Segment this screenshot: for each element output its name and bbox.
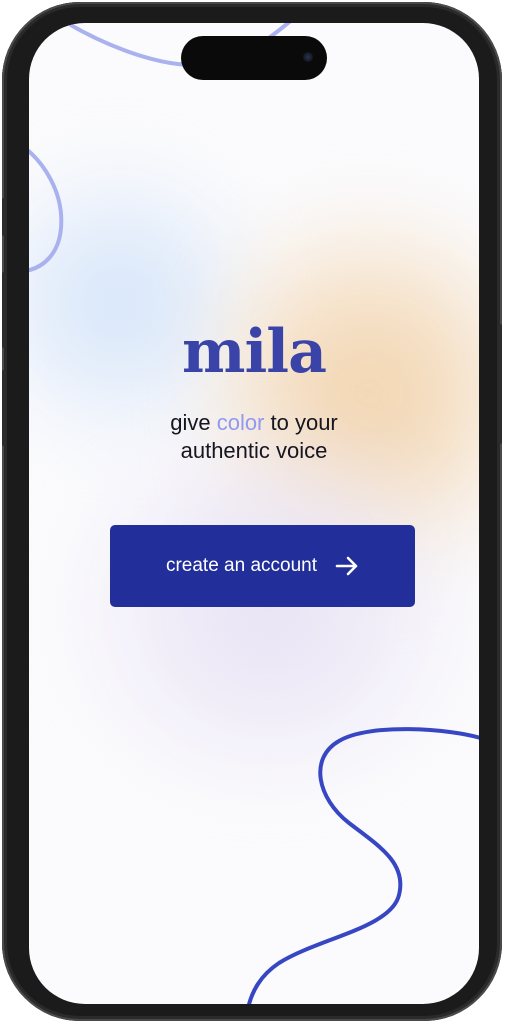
welcome-screen: mila give color to your authentic voice … [29, 23, 479, 1004]
decorative-curve-bottom [247, 727, 479, 1004]
volume-down-button [2, 370, 6, 446]
volume-up-button [2, 272, 6, 348]
tagline-line-2: authentic voice [180, 438, 328, 463]
arrow-right-icon [335, 556, 358, 576]
tagline: give color to your authentic voice [29, 409, 479, 465]
tagline-text-end: to your [264, 410, 338, 435]
tagline-text-start: give [170, 410, 217, 435]
power-button [498, 324, 502, 444]
dynamic-island [181, 36, 327, 80]
create-account-label: create an account [165, 555, 318, 576]
phone-frame: mila give color to your authentic voice … [2, 2, 502, 1021]
front-camera [303, 52, 313, 62]
tagline-accent-word: color [216, 410, 265, 435]
decorative-lines [29, 23, 479, 1004]
action-button [2, 198, 6, 236]
decorative-curve-left [29, 148, 64, 273]
app-logo: mila [182, 317, 327, 387]
tagline-line-1: give color to your [29, 409, 479, 437]
create-account-button[interactable]: create an account [110, 525, 415, 607]
